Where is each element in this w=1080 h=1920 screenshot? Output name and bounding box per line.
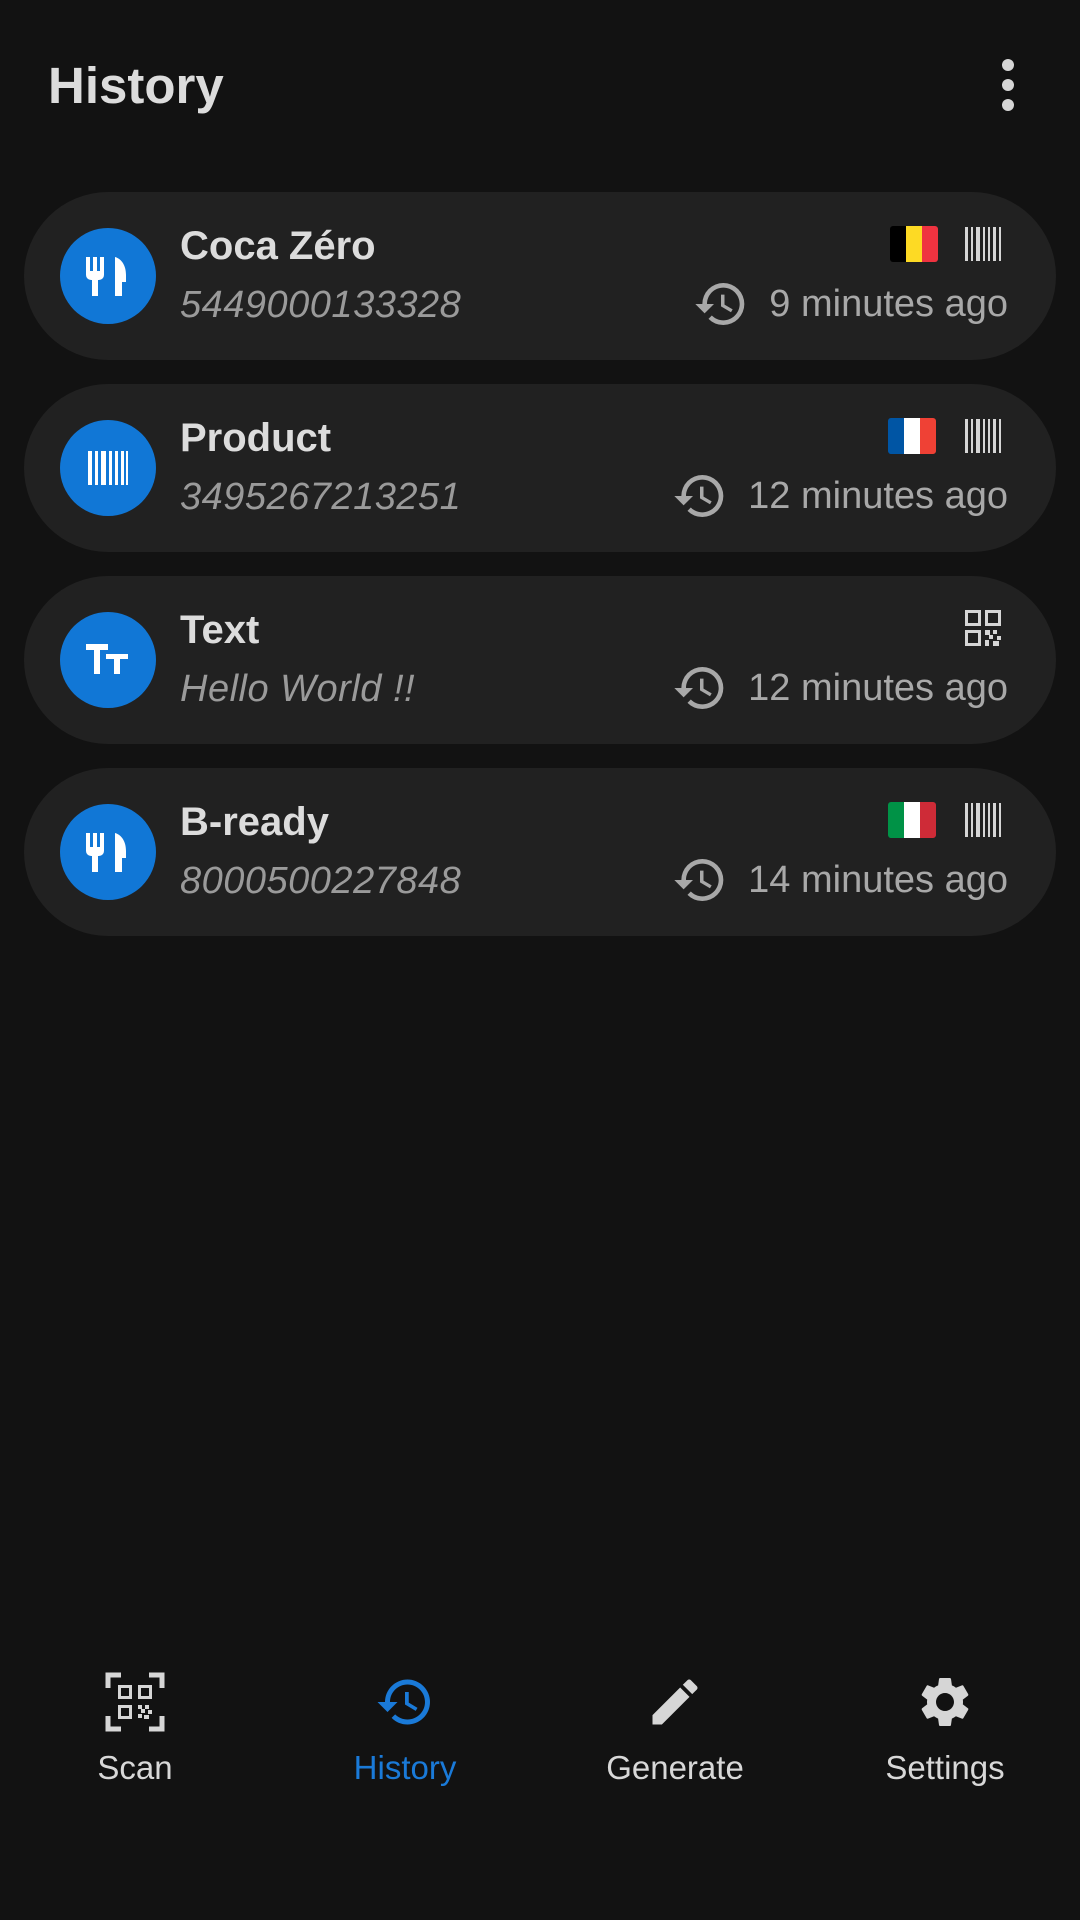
qr-scanner-icon bbox=[105, 1672, 165, 1732]
history-item[interactable]: Text Hello World !! 12 minutes ago bbox=[24, 576, 1056, 744]
time-label: 9 minutes ago bbox=[769, 283, 1008, 325]
france-flag bbox=[888, 418, 936, 454]
nav-label: Scan bbox=[97, 1749, 173, 1786]
more-options-button[interactable] bbox=[982, 50, 1034, 120]
item-timestamp: 12 minutes ago bbox=[672, 468, 1008, 524]
nav-label: Generate bbox=[606, 1749, 744, 1786]
page-title: History bbox=[48, 57, 224, 114]
barcode-icon bbox=[965, 419, 1001, 453]
history-icon bbox=[674, 475, 724, 517]
restaurant-icon bbox=[60, 804, 156, 900]
more-vert-icon bbox=[1002, 59, 1014, 111]
barcode-icon bbox=[60, 420, 156, 516]
item-title: Text bbox=[180, 608, 260, 652]
nav-item-history[interactable]: History bbox=[270, 1640, 540, 1800]
history-icon bbox=[377, 1679, 430, 1725]
time-label: 12 minutes ago bbox=[748, 667, 1008, 709]
nav-item-scan[interactable]: Scan bbox=[0, 1640, 270, 1800]
settings-icon bbox=[921, 1678, 969, 1726]
item-timestamp: 12 minutes ago bbox=[672, 660, 1008, 716]
nav-item-generate[interactable]: Generate bbox=[540, 1640, 810, 1800]
item-title: B-ready bbox=[180, 800, 329, 844]
history-icon bbox=[674, 859, 724, 901]
history-item[interactable]: B-ready 8000500227848 14 minutes ago bbox=[24, 768, 1056, 936]
app-bar: History bbox=[0, 0, 1080, 175]
item-title: Coca Zéro bbox=[180, 224, 376, 268]
item-value: 3495267213251 bbox=[180, 476, 462, 518]
item-value: 8000500227848 bbox=[180, 860, 462, 902]
nav-label: Settings bbox=[885, 1749, 1005, 1786]
item-value: 5449000133328 bbox=[180, 284, 462, 326]
history-list: Coca Zéro 5449000133328 9 minutes ago Pr… bbox=[24, 192, 1056, 960]
bottom-navigation: Scan History Generate Settings bbox=[0, 1640, 1080, 1800]
text-fields-icon bbox=[60, 612, 156, 708]
history-icon bbox=[674, 667, 724, 709]
belgium-flag bbox=[890, 226, 938, 262]
barcode-icon bbox=[965, 803, 1001, 837]
edit-icon bbox=[652, 1679, 698, 1725]
barcode-icon bbox=[965, 227, 1001, 261]
item-timestamp: 9 minutes ago bbox=[693, 276, 1008, 332]
item-timestamp: 14 minutes ago bbox=[672, 852, 1008, 908]
history-item[interactable]: Coca Zéro 5449000133328 9 minutes ago bbox=[24, 192, 1056, 360]
time-label: 12 minutes ago bbox=[748, 475, 1008, 517]
restaurant-icon bbox=[60, 228, 156, 324]
time-label: 14 minutes ago bbox=[748, 859, 1008, 901]
nav-label: History bbox=[353, 1749, 457, 1786]
item-title: Product bbox=[180, 416, 332, 460]
nav-item-settings[interactable]: Settings bbox=[810, 1640, 1080, 1800]
qr-code-icon bbox=[965, 610, 1001, 646]
history-item[interactable]: Product 3495267213251 12 minutes ago bbox=[24, 384, 1056, 552]
item-value: Hello World !! bbox=[180, 668, 416, 710]
italy-flag bbox=[888, 802, 936, 838]
history-icon bbox=[695, 283, 745, 326]
